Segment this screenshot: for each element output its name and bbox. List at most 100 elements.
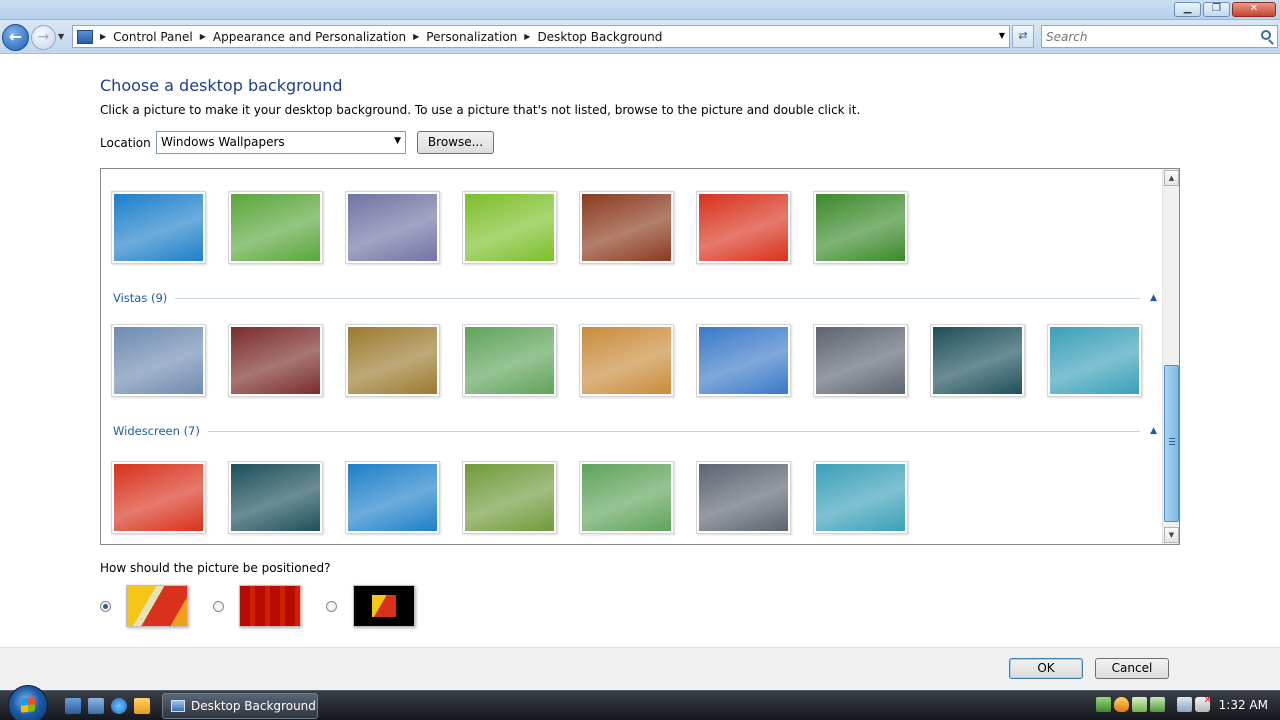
ok-button[interactable]: OK bbox=[1009, 658, 1083, 679]
wallpaper-thumbnail[interactable] bbox=[696, 461, 791, 534]
scrollbar-thumb[interactable] bbox=[1164, 365, 1179, 522]
wallpaper-thumbnail[interactable] bbox=[345, 461, 440, 534]
collapse-chevron-icon[interactable]: ▲ bbox=[1150, 293, 1157, 303]
breadcrumb-control-panel[interactable]: Control Panel bbox=[113, 30, 193, 44]
browse-button[interactable]: Browse... bbox=[417, 131, 494, 154]
wallpaper-image bbox=[465, 194, 554, 261]
wallpaper-thumbnail[interactable] bbox=[813, 461, 908, 534]
wallpaper-image bbox=[465, 327, 554, 394]
refresh-button[interactable]: ⇄ bbox=[1012, 25, 1034, 48]
wallpaper-image bbox=[114, 194, 203, 261]
chevron-right-icon[interactable]: ▶ bbox=[100, 32, 106, 41]
location-select[interactable]: Windows Wallpapers ▼ bbox=[156, 131, 406, 154]
taskbar: Desktop Background ✕ 1:32 AM bbox=[0, 685, 1280, 720]
wallpaper-gallery[interactable]: Vistas (9) ▲ Widescreen (7) ▲ ▲ ▼ bbox=[100, 168, 1180, 545]
wallpaper-thumbnail[interactable] bbox=[813, 324, 908, 397]
wallpaper-thumbnail[interactable] bbox=[579, 461, 674, 534]
wallpaper-thumbnail[interactable] bbox=[930, 324, 1025, 397]
center-preview-image bbox=[372, 595, 396, 617]
chevron-right-icon[interactable]: ▶ bbox=[413, 32, 419, 41]
chevron-down-icon[interactable]: ▼ bbox=[394, 136, 401, 146]
wallpaper-image bbox=[699, 194, 788, 261]
display-icon[interactable] bbox=[1177, 697, 1192, 712]
wallpaper-image bbox=[465, 464, 554, 531]
address-dropdown-icon[interactable]: ▼ bbox=[999, 31, 1005, 40]
wallpaper-thumbnail[interactable] bbox=[1047, 324, 1142, 397]
wallpaper-thumbnail[interactable] bbox=[579, 191, 674, 264]
scroll-up-arrow[interactable]: ▲ bbox=[1164, 170, 1179, 186]
breadcrumb-appearance[interactable]: Appearance and Personalization bbox=[213, 30, 406, 44]
control-panel-icon bbox=[77, 29, 93, 44]
group-header-label: Widescreen (7) bbox=[113, 424, 200, 438]
forward-button[interactable]: → bbox=[31, 25, 56, 50]
scroll-down-arrow[interactable]: ▼ bbox=[1164, 527, 1179, 543]
start-button[interactable] bbox=[8, 685, 48, 720]
volume-muted-icon[interactable]: ✕ bbox=[1195, 695, 1212, 712]
wallpaper-image bbox=[816, 327, 905, 394]
wallpaper-thumbnail[interactable] bbox=[111, 324, 206, 397]
wallpaper-thumbnail[interactable] bbox=[228, 191, 323, 264]
location-select-value: Windows Wallpapers bbox=[161, 135, 285, 149]
wallpaper-thumbnail[interactable] bbox=[696, 324, 791, 397]
wallpaper-thumbnail[interactable] bbox=[462, 191, 557, 264]
wallpaper-image bbox=[699, 464, 788, 531]
switch-windows-icon[interactable] bbox=[88, 698, 104, 714]
chevron-right-icon[interactable]: ▶ bbox=[524, 32, 530, 41]
position-fill-radio[interactable] bbox=[100, 601, 111, 612]
position-tile-radio[interactable] bbox=[213, 601, 224, 612]
vertical-scrollbar[interactable]: ▲ ▼ bbox=[1162, 169, 1179, 544]
wallpaper-thumbnail[interactable] bbox=[696, 191, 791, 264]
navigation-bar: ← → ▼ ▶ Control Panel ▶ Appearance and P… bbox=[0, 20, 1280, 54]
wallpaper-image bbox=[114, 327, 203, 394]
cancel-button[interactable]: Cancel bbox=[1095, 658, 1169, 679]
breadcrumb-personalization[interactable]: Personalization bbox=[426, 30, 517, 44]
chevron-right-icon[interactable]: ▶ bbox=[200, 32, 206, 41]
back-button[interactable]: ← bbox=[2, 24, 29, 51]
group-header[interactable]: Widescreen (7) ▲ bbox=[113, 424, 1157, 438]
wallpaper-thumbnail[interactable] bbox=[813, 191, 908, 264]
position-tile-preview[interactable] bbox=[239, 585, 301, 627]
control-panel-icon bbox=[171, 700, 185, 712]
security-shield-icon[interactable] bbox=[1114, 697, 1129, 712]
collapse-chevron-icon[interactable]: ▲ bbox=[1150, 426, 1157, 436]
wallpaper-thumbnail[interactable] bbox=[228, 324, 323, 397]
wallpaper-thumbnail[interactable] bbox=[111, 191, 206, 264]
internet-explorer-icon[interactable] bbox=[111, 698, 127, 714]
wallpaper-image bbox=[1050, 327, 1139, 394]
wallpaper-image bbox=[699, 327, 788, 394]
search-icon[interactable] bbox=[1261, 30, 1271, 40]
update-icon[interactable] bbox=[1132, 697, 1147, 712]
wallpaper-thumbnail[interactable] bbox=[462, 461, 557, 534]
group-header-label: Vistas (9) bbox=[113, 291, 168, 305]
status-icon[interactable] bbox=[1150, 697, 1165, 712]
network-icon[interactable] bbox=[1096, 697, 1111, 712]
maximize-button[interactable]: ❐ bbox=[1203, 2, 1230, 17]
media-player-icon[interactable] bbox=[134, 698, 150, 714]
position-fill-preview[interactable] bbox=[126, 585, 188, 627]
wallpaper-thumbnail[interactable] bbox=[345, 324, 440, 397]
position-center-preview[interactable] bbox=[353, 585, 415, 627]
search-box[interactable] bbox=[1041, 25, 1278, 48]
wallpaper-thumbnail[interactable] bbox=[228, 461, 323, 534]
search-input[interactable] bbox=[1046, 27, 1246, 47]
minimize-button[interactable]: ▁ bbox=[1174, 2, 1201, 17]
breadcrumb-desktop-background[interactable]: Desktop Background bbox=[537, 30, 662, 44]
position-center-radio[interactable] bbox=[326, 601, 337, 612]
wallpaper-thumbnail[interactable] bbox=[579, 324, 674, 397]
taskbar-window-label: Desktop Background bbox=[191, 699, 316, 713]
wallpaper-thumbnail[interactable] bbox=[345, 191, 440, 264]
address-bar[interactable]: ▶ Control Panel ▶ Appearance and Persona… bbox=[72, 25, 1010, 48]
taskbar-window-desktop-background[interactable]: Desktop Background bbox=[162, 693, 318, 719]
wallpaper-thumbnail[interactable] bbox=[111, 461, 206, 534]
wallpaper-image bbox=[348, 194, 437, 261]
close-button[interactable]: ✕ bbox=[1232, 2, 1276, 17]
recent-pages-dropdown[interactable]: ▼ bbox=[58, 32, 64, 41]
taskbar-clock[interactable]: 1:32 AM bbox=[1219, 698, 1268, 712]
show-desktop-icon[interactable] bbox=[65, 698, 81, 714]
wallpaper-thumbnail[interactable] bbox=[462, 324, 557, 397]
page-instructions: Click a picture to make it your desktop … bbox=[100, 103, 861, 117]
group-header[interactable]: Vistas (9) ▲ bbox=[113, 291, 1157, 305]
window-title-bar: ▁ ❐ ✕ bbox=[0, 0, 1280, 20]
wallpaper-image bbox=[348, 464, 437, 531]
wallpaper-image bbox=[816, 464, 905, 531]
